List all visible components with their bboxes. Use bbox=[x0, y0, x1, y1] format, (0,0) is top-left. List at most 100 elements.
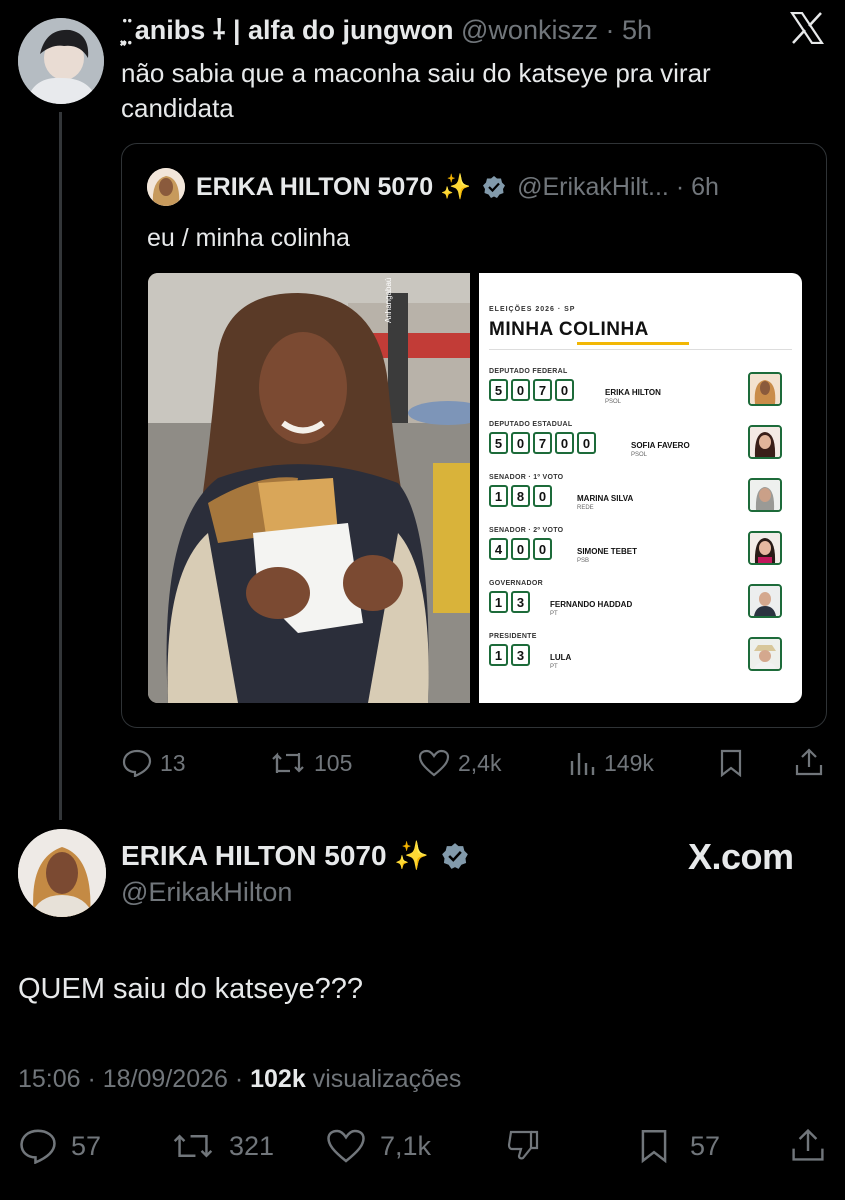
main-action-bookmark[interactable]: 57 bbox=[638, 1128, 720, 1164]
reply-action-reply[interactable]: 13 bbox=[122, 749, 186, 777]
ballot-office: DEPUTADO ESTADUAL 5 0 7 0 0 SOFIA FAVERO… bbox=[489, 421, 792, 459]
main-action-reply[interactable]: 57 bbox=[19, 1128, 101, 1164]
candidate-photo bbox=[748, 637, 782, 671]
main-views-label: visualizações bbox=[312, 1065, 462, 1093]
candidate-name: MARINA SILVA bbox=[577, 494, 634, 503]
office-label: DEPUTADO FEDERAL bbox=[489, 368, 568, 375]
ballot-digit: 0 bbox=[555, 379, 574, 401]
share-icon[interactable] bbox=[794, 747, 824, 777]
ballot-divider bbox=[489, 349, 792, 350]
ballot-digit: 0 bbox=[511, 379, 530, 401]
candidate-photo bbox=[748, 478, 782, 512]
views-icon bbox=[568, 749, 596, 777]
candidate-name: FERNANDO HADDAD bbox=[550, 600, 633, 609]
reply-author-handle[interactable]: @wonkiszz bbox=[461, 15, 598, 45]
main-action-retweet[interactable]: 321 bbox=[171, 1128, 274, 1164]
like-count: 2,4k bbox=[458, 749, 502, 776]
reply-icon bbox=[19, 1128, 57, 1164]
candidate-photo bbox=[748, 425, 782, 459]
ballot-digit: 1 bbox=[489, 591, 508, 613]
quoted-time[interactable]: · 6h bbox=[676, 173, 719, 201]
reply-count: 13 bbox=[160, 749, 186, 776]
candidate-photo bbox=[748, 372, 782, 406]
ballot-office: SENADOR · 2º VOTO 4 0 0 SIMONE TEBET PSB bbox=[489, 527, 792, 565]
ballot-digit: 7 bbox=[533, 379, 552, 401]
quoted-photo[interactable]: Anhangabaú bbox=[148, 273, 470, 703]
ballot-title-underline bbox=[577, 342, 689, 345]
main-reply-count: 57 bbox=[71, 1130, 102, 1161]
candidate-party: PSOL bbox=[605, 399, 622, 405]
candidate-party: PT bbox=[550, 611, 558, 617]
quoted-author-name[interactable]: ERIKA HILTON 5070 ✨ bbox=[196, 173, 471, 201]
ballot-digit: 0 bbox=[511, 432, 530, 454]
reply-action-views[interactable]: 149k bbox=[568, 749, 654, 777]
ballot-digit: 0 bbox=[511, 538, 530, 560]
verified-badge-icon bbox=[441, 842, 469, 870]
ballot-title: MINHA COLINHA bbox=[489, 319, 649, 340]
candidate-name: SOFIA FAVERO bbox=[631, 441, 690, 450]
reply-icon bbox=[122, 749, 152, 777]
reply-time[interactable]: · 5h bbox=[605, 15, 652, 45]
share-icon[interactable] bbox=[790, 1126, 826, 1164]
retweet-icon bbox=[171, 1128, 215, 1164]
ballot-digit: 0 bbox=[577, 432, 596, 454]
ballot-kicker: ELEIÇÕES 2026 · SP bbox=[489, 306, 576, 313]
ballot-digit: 3 bbox=[511, 591, 530, 613]
ballot-digit: 1 bbox=[489, 485, 508, 507]
main-author-avatar[interactable] bbox=[18, 829, 106, 917]
office-label: GOVERNADOR bbox=[489, 580, 543, 587]
main-bookmark-count: 57 bbox=[690, 1130, 721, 1161]
office-label: PRESIDENTE bbox=[489, 633, 537, 640]
retweet-icon bbox=[270, 749, 306, 777]
reply-author-avatar[interactable] bbox=[18, 18, 104, 104]
ballot-digit: 4 bbox=[489, 538, 508, 560]
candidate-party: PT bbox=[550, 664, 558, 670]
bookmark-icon bbox=[638, 1128, 670, 1164]
candidate-name: LULA bbox=[550, 653, 572, 662]
quoted-ballot-image[interactable]: ELEIÇÕES 2026 · SP MINHA COLINHA DEPUTAD… bbox=[479, 273, 802, 703]
thread-connector-line bbox=[59, 112, 62, 820]
reply-action-like[interactable]: 2,4k bbox=[418, 749, 501, 777]
ballot-office: SENADOR · 1º VOTO 1 8 0 MARINA SILVA RED… bbox=[489, 474, 792, 512]
main-like-count: 7,1k bbox=[380, 1130, 432, 1161]
ballot-digit: 0 bbox=[533, 485, 552, 507]
verified-badge-icon bbox=[482, 175, 506, 199]
dislike-icon[interactable] bbox=[503, 1126, 543, 1166]
quoted-author-avatar bbox=[147, 168, 185, 206]
candidate-party: PSB bbox=[577, 558, 590, 564]
main-tweet-text: QUEM saiu do katseye??? bbox=[18, 973, 363, 1005]
ballot-digit: 8 bbox=[511, 485, 530, 507]
ballot-office: DEPUTADO FEDERAL 5 0 7 0 ERIKA HILTON PS… bbox=[489, 368, 792, 406]
reply-author-name[interactable]: ⸼̤̈ anibs ⸸ | alfa do jungwon bbox=[121, 15, 454, 45]
retweet-count: 105 bbox=[314, 749, 353, 776]
main-author-handle[interactable]: @ErikakHilton bbox=[121, 875, 292, 909]
heart-icon bbox=[326, 1128, 366, 1164]
ballot-digit: 0 bbox=[533, 538, 552, 560]
candidate-party: REDE bbox=[577, 505, 594, 511]
ballot-office: PRESIDENTE 1 3 LULA PT bbox=[489, 633, 792, 671]
main-views-count: 102k bbox=[250, 1065, 306, 1093]
ballot-digit: 1 bbox=[489, 644, 508, 666]
office-label: SENADOR · 2º VOTO bbox=[489, 527, 564, 534]
x-com-watermark: X.com bbox=[688, 836, 794, 877]
ballot-digit: 0 bbox=[555, 432, 574, 454]
main-action-like[interactable]: 7,1k bbox=[326, 1128, 431, 1164]
office-label: DEPUTADO ESTADUAL bbox=[489, 421, 573, 428]
candidate-photo bbox=[748, 584, 782, 618]
photo-street-sign: Anhangabaú bbox=[384, 277, 393, 323]
quoted-author-handle[interactable]: @ErikakHilt... bbox=[517, 173, 669, 201]
reply-action-retweet[interactable]: 105 bbox=[270, 749, 352, 777]
ballot-digit: 5 bbox=[489, 432, 508, 454]
bookmark-icon[interactable] bbox=[718, 749, 744, 777]
views-count: 149k bbox=[604, 749, 654, 776]
x-logo-icon bbox=[790, 12, 824, 44]
candidate-photo bbox=[748, 531, 782, 565]
reply-text-line-1: não sabia que a maconha saiu do katseye … bbox=[121, 58, 711, 88]
main-author-name[interactable]: ERIKA HILTON 5070 ✨ bbox=[121, 840, 429, 871]
ballot-digit: 5 bbox=[489, 379, 508, 401]
candidate-name: SIMONE TEBET bbox=[577, 547, 638, 556]
heart-icon bbox=[418, 749, 450, 777]
ballot-digit: 7 bbox=[533, 432, 552, 454]
quoted-text: eu / minha colinha bbox=[147, 224, 350, 252]
main-timestamp[interactable]: 15:06 · 18/09/2026 · bbox=[18, 1065, 243, 1093]
